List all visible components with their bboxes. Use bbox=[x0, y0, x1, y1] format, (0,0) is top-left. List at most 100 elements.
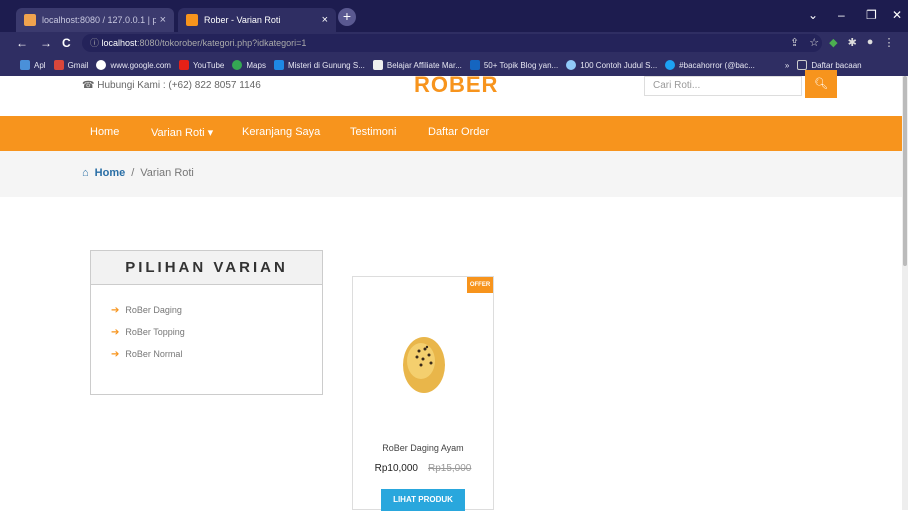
page-scrollbar[interactable] bbox=[902, 76, 908, 510]
category-label: RoBer Topping bbox=[125, 327, 185, 337]
tab-title: localhost:8080 / 127.0.0.1 | php bbox=[42, 15, 156, 25]
bookmark-star-icon[interactable]: ☆ bbox=[809, 36, 819, 49]
address-bar-row: ← → C ⓘ localhost:8080/tokorober/kategor… bbox=[0, 32, 908, 54]
nav-daftar-order[interactable]: Daftar Order bbox=[428, 126, 489, 138]
search-button[interactable]: 🔍︎ bbox=[805, 70, 837, 98]
arrow-right-icon: ➔ bbox=[111, 304, 120, 316]
profile-avatar-icon[interactable]: ● bbox=[867, 36, 874, 49]
bookmark-overflow[interactable]: » bbox=[785, 61, 789, 70]
search-input[interactable]: Cari Roti... bbox=[644, 76, 802, 96]
product-card[interactable]: OFFER RoBer Daging Ayam Rp10,000 Rp15,000… bbox=[352, 276, 494, 511]
info-icon: ⓘ bbox=[90, 38, 102, 48]
topik-icon bbox=[469, 60, 480, 70]
bookmark-misteri[interactable]: Misteri di Gunung S... bbox=[273, 60, 365, 70]
product-name[interactable]: RoBer Daging Ayam bbox=[353, 443, 493, 453]
window-close-icon[interactable]: ✕ bbox=[892, 8, 902, 22]
sidebar-title: PILIHAN VARIAN bbox=[91, 251, 322, 285]
forward-arrow-icon[interactable]: → bbox=[40, 36, 52, 50]
bookmark-label: Misteri di Gunung S... bbox=[287, 60, 365, 70]
maps-pin-icon bbox=[232, 60, 243, 70]
google-icon bbox=[96, 60, 107, 70]
bookmark-maps[interactable]: Maps bbox=[232, 60, 266, 70]
bookmark-google[interactable]: www.google.com bbox=[96, 60, 171, 70]
category-sidebar: PILIHAN VARIAN ➔ RoBer Daging ➔ RoBer Topp… bbox=[90, 250, 323, 395]
share-icon[interactable]: ⇪ bbox=[790, 36, 799, 49]
tab-search-chevron-icon[interactable]: ⌄ bbox=[808, 8, 818, 22]
scroll-thumb[interactable] bbox=[903, 76, 907, 266]
search-icon: 🔍︎ bbox=[814, 78, 828, 90]
breadcrumb: ⌂ Home / Varian Roti bbox=[0, 151, 908, 197]
category-item[interactable]: ➔ RoBer Topping bbox=[111, 321, 322, 343]
puzzle-icon[interactable]: ✱ bbox=[848, 36, 857, 49]
product-price: Rp10,000 Rp15,000 bbox=[353, 463, 493, 474]
url-input[interactable]: ⓘ localhost:8080/tokorober/kategori.php?… bbox=[82, 34, 822, 52]
category-item[interactable]: ➔ RoBer Daging bbox=[111, 299, 322, 321]
main-nav: Home Varian Roti ▾ Keranjang Saya Testim… bbox=[0, 116, 908, 151]
bookmark-label: www.google.com bbox=[110, 60, 171, 70]
affiliate-icon bbox=[372, 60, 383, 70]
category-item[interactable]: ➔ RoBer Normal bbox=[111, 343, 322, 365]
browser-tab-strip: localhost:8080 / 127.0.0.1 | php × Rober… bbox=[0, 0, 908, 32]
extension-icon[interactable]: ◆ bbox=[829, 36, 837, 49]
breadcrumb-separator: / bbox=[131, 167, 135, 179]
back-arrow-icon[interactable]: ← bbox=[16, 36, 28, 50]
bookmark-label: YouTube bbox=[192, 60, 225, 70]
bookmark-label: » bbox=[784, 60, 790, 70]
bookmark-topik[interactable]: 50+ Topik Blog yan... bbox=[469, 60, 559, 70]
restore-icon[interactable]: ❐ bbox=[866, 8, 877, 22]
reload-icon[interactable]: C bbox=[62, 36, 71, 50]
bookmark-label: Apl bbox=[34, 60, 46, 70]
page-content: ☎ Hubungi Kami : (+62) 822 8057 1146 ROB… bbox=[0, 70, 908, 511]
breadcrumb-home[interactable]: Home bbox=[95, 167, 126, 179]
extension-icons: ⇪ ☆ ◆ ✱ ● ⋮ bbox=[790, 36, 894, 49]
menu-dots-icon[interactable]: ⋮ bbox=[883, 36, 894, 49]
contact-phone: ☎ Hubungi Kami : (+62) 822 8057 1146 bbox=[82, 80, 261, 91]
category-list: ➔ RoBer Daging ➔ RoBer Topping ➔ RoBer Norm… bbox=[91, 285, 322, 365]
bookmark-gmail[interactable]: Gmail bbox=[53, 60, 89, 70]
minimize-icon[interactable]: – bbox=[838, 8, 845, 22]
bookmark-affiliate[interactable]: Belajar Affiliate Mar... bbox=[372, 60, 462, 70]
url-host: localhost bbox=[101, 38, 138, 48]
bookmark-label: Gmail bbox=[67, 60, 89, 70]
tab-rober[interactable]: Rober - Varian Roti × bbox=[178, 8, 336, 32]
phone-icon: ☎ bbox=[82, 80, 98, 91]
home-icon: ⌂ bbox=[82, 167, 89, 179]
product-bread-image bbox=[403, 337, 445, 393]
bookmark-reading-list[interactable]: Daftar bacaan bbox=[797, 60, 862, 70]
bookmark-youtube[interactable]: YouTube bbox=[178, 60, 225, 70]
tab-phpmyadmin[interactable]: localhost:8080 / 127.0.0.1 | php × bbox=[16, 8, 174, 32]
nav-varian-roti[interactable]: Varian Roti ▾ bbox=[151, 126, 213, 139]
bookmark-bacahorror[interactable]: #bacahorror (@bac... bbox=[665, 60, 755, 70]
gmail-icon bbox=[53, 60, 64, 70]
arrow-right-icon: ➔ bbox=[111, 348, 120, 360]
rober-favicon-icon bbox=[186, 14, 198, 26]
bookmark-apps[interactable]: Apl bbox=[20, 60, 46, 70]
bookmark-label: Daftar bacaan bbox=[811, 60, 862, 70]
view-product-button[interactable]: LIHAT PRODUK bbox=[381, 489, 465, 511]
nav-home[interactable]: Home bbox=[90, 126, 119, 138]
nav-testimoni[interactable]: Testimoni bbox=[350, 126, 396, 138]
phpmyadmin-favicon-icon bbox=[24, 14, 36, 26]
bookmark-label: 100 Contoh Judul S... bbox=[580, 60, 658, 70]
price-current: Rp10,000 bbox=[374, 463, 418, 474]
category-label: RoBer Normal bbox=[125, 349, 183, 359]
arrow-right-icon: ➔ bbox=[111, 326, 120, 338]
apps-grid-icon bbox=[20, 60, 30, 70]
offer-badge: OFFER bbox=[467, 277, 493, 293]
twitter-icon bbox=[665, 60, 676, 70]
blog-icon bbox=[273, 60, 284, 70]
url-path: :8080/tokorober/kategori.php?idkategori=… bbox=[137, 38, 307, 48]
breadcrumb-current: Varian Roti bbox=[140, 167, 194, 179]
bookmark-contoh[interactable]: 100 Contoh Judul S... bbox=[566, 60, 657, 70]
reading-list-icon bbox=[797, 60, 808, 70]
new-tab-plus-icon[interactable]: + bbox=[338, 8, 356, 26]
nav-keranjang[interactable]: Keranjang Saya bbox=[242, 126, 320, 138]
youtube-icon bbox=[178, 60, 189, 70]
bookmark-label: 50+ Topik Blog yan... bbox=[483, 60, 559, 70]
close-icon[interactable]: × bbox=[322, 14, 328, 26]
category-label: RoBer Daging bbox=[125, 305, 182, 315]
site-topbar: ☎ Hubungi Kami : (+62) 822 8057 1146 ROB… bbox=[0, 70, 908, 116]
phone-text: Hubungi Kami : (+62) 822 8057 1146 bbox=[97, 80, 261, 91]
close-icon[interactable]: × bbox=[160, 14, 166, 26]
site-logo[interactable]: ROBER bbox=[414, 72, 498, 98]
